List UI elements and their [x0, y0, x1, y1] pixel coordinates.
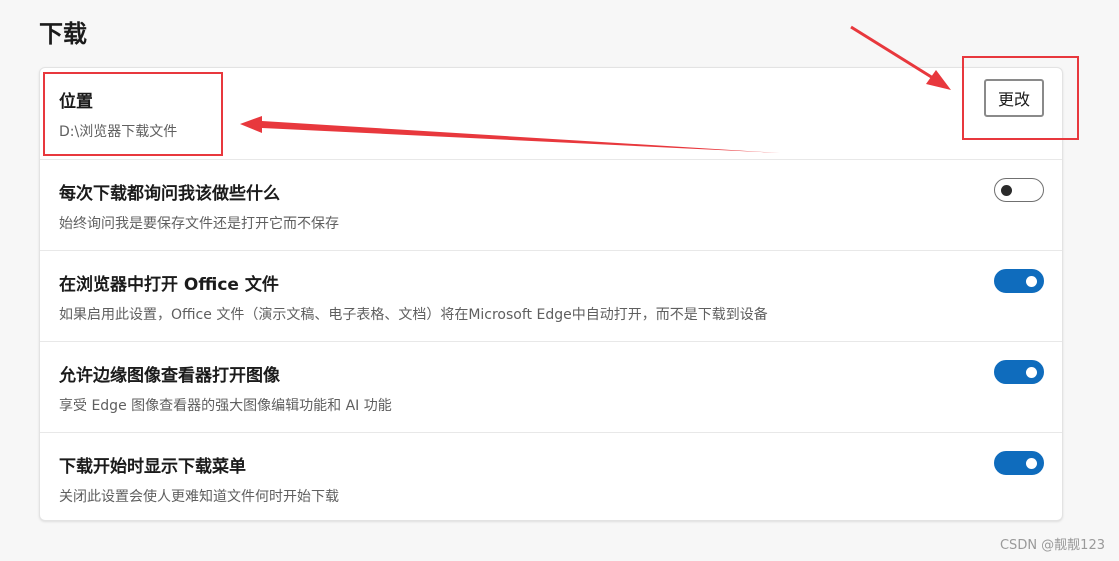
change-location-button[interactable]: 更改: [984, 79, 1044, 117]
image-viewer-toggle[interactable]: [994, 360, 1044, 384]
page-title: 下载: [39, 20, 87, 48]
open-office-files-toggle[interactable]: [994, 269, 1044, 293]
setting-description: 始终询问我是要保存文件还是打开它而不保存: [59, 216, 339, 232]
setting-description: 关闭此设置会使人更难知道文件何时开始下载: [59, 489, 339, 505]
watermark: CSDN @靓靓123: [999, 538, 1105, 553]
setting-row-ask-every-download: 每次下载都询问我该做些什么 始终询问我是要保存文件还是打开它而不保存: [40, 159, 1062, 250]
location-title: 位置: [59, 92, 93, 112]
toggle-knob: [1026, 276, 1037, 287]
setting-title: 在浏览器中打开 Office 文件: [59, 275, 279, 295]
setting-title: 允许边缘图像查看器打开图像: [59, 366, 280, 386]
location-path: D:\浏览器下载文件: [59, 124, 178, 140]
setting-row-image-viewer: 允许边缘图像查看器打开图像 享受 Edge 图像查看器的强大图像编辑功能和 AI…: [40, 341, 1062, 432]
setting-title: 下载开始时显示下载菜单: [59, 457, 246, 477]
setting-row-open-office-files: 在浏览器中打开 Office 文件 如果启用此设置，Office 文件（演示文稿…: [40, 250, 1062, 341]
toggle-knob: [1026, 458, 1037, 469]
setting-row-show-download-menu: 下载开始时显示下载菜单 关闭此设置会使人更难知道文件何时开始下载: [40, 432, 1062, 523]
toggle-knob: [1026, 367, 1037, 378]
setting-title: 每次下载都询问我该做些什么: [59, 184, 280, 204]
setting-row-location: 位置 D:\浏览器下载文件 更改: [40, 68, 1062, 159]
setting-description: 如果启用此设置，Office 文件（演示文稿、电子表格、文档）将在Microso…: [59, 307, 768, 323]
show-download-menu-toggle[interactable]: [994, 451, 1044, 475]
ask-every-download-toggle[interactable]: [994, 178, 1044, 202]
toggle-knob: [1001, 185, 1012, 196]
setting-description: 享受 Edge 图像查看器的强大图像编辑功能和 AI 功能: [59, 398, 392, 414]
downloads-settings-card: 位置 D:\浏览器下载文件 更改 每次下载都询问我该做些什么 始终询问我是要保存…: [39, 67, 1063, 521]
